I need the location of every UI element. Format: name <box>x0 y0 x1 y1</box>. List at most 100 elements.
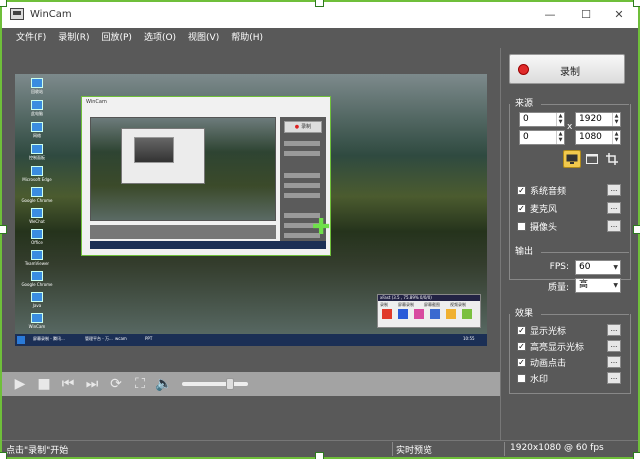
play-icon[interactable]: ▶ <box>10 374 30 394</box>
resize-handle[interactable] <box>0 0 7 7</box>
nested-window-title: WinCam <box>86 99 107 105</box>
resize-handle[interactable] <box>315 452 324 459</box>
window-source-button[interactable] <box>583 150 601 168</box>
times-sign: x <box>567 122 573 132</box>
show-cursor-option[interactable]: ✓ 显示光标 <box>517 324 566 337</box>
system-audio-checkbox[interactable]: ✓ <box>517 186 526 195</box>
playback-controls: ▶ ■ ⏮ ⏭ ⟳ ⛶ 🔈 <box>2 372 500 396</box>
volume-slider[interactable] <box>182 378 248 390</box>
wincam-window: WinCam — ☐ ✕ 文件(F) 录制(R) 回放(P) 选项(O) 视图(… <box>0 0 640 459</box>
resize-handle[interactable] <box>633 225 640 234</box>
highlight-cursor-checkbox[interactable]: ✓ <box>517 342 526 351</box>
next-icon[interactable]: ⏭ <box>82 374 102 394</box>
source-x-field[interactable]: 0 ▲ ▼ <box>519 112 565 127</box>
taskbar-item: 屏幕录制 - 腾讯... <box>33 336 65 341</box>
app-icon <box>31 187 43 197</box>
animate-clicks-settings-button[interactable]: ... <box>607 356 621 368</box>
camera-checkbox[interactable] <box>517 222 526 231</box>
empty-area <box>2 396 500 440</box>
watermark-settings-button[interactable]: ... <box>607 372 621 384</box>
fps-select[interactable]: 60 ▼ <box>575 260 621 275</box>
menu-file[interactable]: 文件(F) <box>10 28 52 48</box>
desktop-icon: Office <box>17 229 57 245</box>
loop-icon[interactable]: ⟳ <box>106 374 126 394</box>
source-y-field[interactable]: 0 ▲ ▼ <box>519 130 565 145</box>
show-cursor-settings-button[interactable]: ... <box>607 324 621 336</box>
resize-handle[interactable] <box>0 452 7 459</box>
fullscreen-icon[interactable]: ⛶ <box>130 374 150 394</box>
show-cursor-checkbox[interactable]: ✓ <box>517 326 526 335</box>
menu-view[interactable]: 视图(V) <box>182 28 225 48</box>
status-resolution: 1920x1080 @ 60 fps <box>510 443 604 453</box>
minimize-button[interactable]: — <box>538 6 562 24</box>
divider <box>541 252 629 253</box>
resize-handle[interactable] <box>315 0 324 7</box>
record-dot-icon <box>518 64 529 75</box>
widget-title: xFast (3.5 , 75.89% 0/0/0) <box>378 295 480 301</box>
output-group-title: 输出 <box>515 247 534 257</box>
record-button[interactable]: 录制 <box>509 54 625 84</box>
widget-tab: 视频录制 <box>450 302 466 307</box>
divider <box>392 442 393 456</box>
watermark-checkbox[interactable] <box>517 374 526 383</box>
chevron-down-icon: ▼ <box>613 264 618 271</box>
region-source-button[interactable] <box>603 150 621 168</box>
spinner-icon[interactable]: ▲ ▼ <box>612 131 620 144</box>
widget-video-icon <box>430 309 440 319</box>
system-audio-option[interactable]: ✓ 系统音频 <box>517 184 566 197</box>
app-icon <box>31 271 43 281</box>
quality-select[interactable]: 高 ▼ <box>575 278 621 293</box>
menu-help[interactable]: 帮助(H) <box>225 28 269 48</box>
quality-label: 质量: <box>547 283 569 293</box>
system-audio-settings-button[interactable]: ... <box>607 184 621 196</box>
microphone-checkbox[interactable]: ✓ <box>517 204 526 213</box>
desktop-icon: 网络 <box>17 122 57 139</box>
highlight-cursor-settings-button[interactable]: ... <box>607 340 621 352</box>
menu-options[interactable]: 选项(O) <box>138 28 182 48</box>
nested-field <box>284 193 320 198</box>
taskbar-item: 管理平台 - 万... <box>85 336 113 341</box>
nested-inner-window <box>121 128 205 184</box>
watermark-option[interactable]: 水印 <box>517 372 548 385</box>
resize-handle[interactable] <box>633 0 640 7</box>
stop-icon[interactable]: ■ <box>34 374 54 394</box>
nested-record-button: 录制 <box>284 121 322 133</box>
widget-tab: 屏幕截图 <box>424 302 440 307</box>
widget-folder-icon <box>446 309 456 319</box>
animate-clicks-checkbox[interactable]: ✓ <box>517 358 526 367</box>
resize-handle[interactable] <box>633 452 640 459</box>
source-width-field[interactable]: 1920 ▲ ▼ <box>575 112 621 127</box>
maximize-button[interactable]: ☐ <box>574 6 598 24</box>
menu-record[interactable]: 录制(R) <box>52 28 95 48</box>
microphone-settings-button[interactable]: ... <box>607 202 621 214</box>
app-icon <box>31 250 43 260</box>
nested-field <box>284 173 320 178</box>
app-icon <box>31 229 43 239</box>
desktop-icon: 此电脑 <box>17 100 57 117</box>
nested-controls <box>90 225 276 239</box>
menu-playback[interactable]: 回放(P) <box>95 28 137 48</box>
spinner-icon[interactable]: ▲ ▼ <box>612 113 620 126</box>
capture-widget: xFast (3.5 , 75.89% 0/0/0) 录制 屏幕录制 屏幕截图 … <box>377 294 481 328</box>
source-height-field[interactable]: 1080 ▲ ▼ <box>575 130 621 145</box>
previous-icon[interactable]: ⏮ <box>58 374 78 394</box>
spinner-icon[interactable]: ▲ ▼ <box>556 131 564 144</box>
live-preview[interactable]: 回收站 此电脑 网络 控制面板 Microsoft Edge Google Ch… <box>15 74 487 346</box>
animate-clicks-option[interactable]: ✓ 动画点击 <box>517 356 566 369</box>
camera-option[interactable]: 摄像头 <box>517 220 557 233</box>
taskbar-item: PPT <box>145 336 153 341</box>
spinner-icon[interactable]: ▲ ▼ <box>556 113 564 126</box>
highlight-cursor-option[interactable]: ✓ 高亮显示光标 <box>517 340 584 353</box>
camera-settings-button[interactable]: ... <box>607 220 621 232</box>
fullscreen-source-button[interactable] <box>563 150 581 168</box>
resize-handle[interactable] <box>0 225 7 234</box>
microphone-option[interactable]: ✓ 麦克风 <box>517 202 557 215</box>
widget-record-icon <box>382 309 392 319</box>
volume-icon[interactable]: 🔈 <box>154 374 174 394</box>
windows-start-icon <box>17 336 25 344</box>
nested-preview <box>90 117 276 221</box>
close-button[interactable]: ✕ <box>607 6 631 24</box>
slider-thumb[interactable] <box>226 378 235 390</box>
menu-bar: 文件(F) 录制(R) 回放(P) 选项(O) 视图(V) 帮助(H) <box>2 28 638 48</box>
app-icon <box>31 78 43 88</box>
